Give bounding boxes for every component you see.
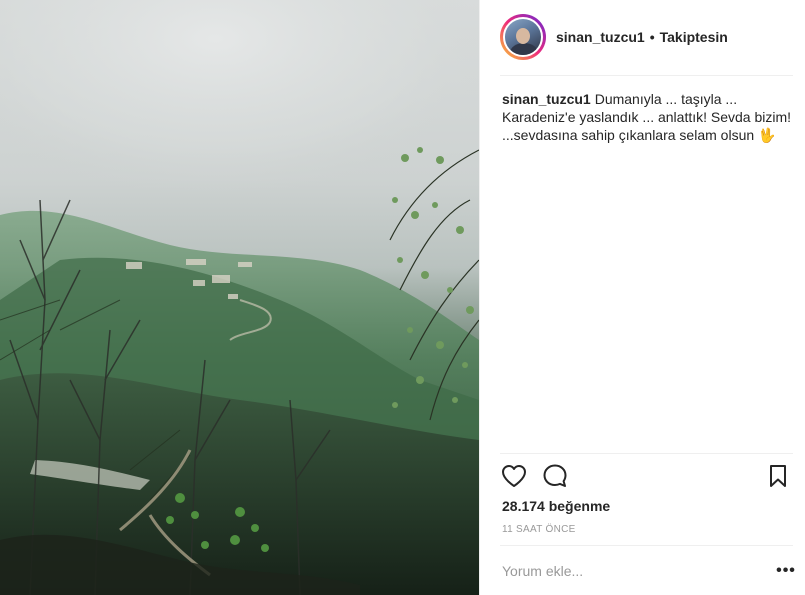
heart-icon[interactable] xyxy=(500,462,528,490)
avatar[interactable] xyxy=(503,17,543,57)
vulcan-salute-emoji: 🖖 xyxy=(758,127,776,143)
caption-line-1: Dumanıyla ... taşıyla ... xyxy=(594,91,738,107)
post-image[interactable] xyxy=(0,0,479,595)
more-options-icon[interactable]: ••• xyxy=(776,561,796,581)
follow-status-button[interactable]: Takiptesin xyxy=(660,29,728,45)
misty-forest-photo xyxy=(0,0,479,595)
comment-icon[interactable] xyxy=(541,462,569,490)
comment-divider xyxy=(500,545,793,546)
header-divider xyxy=(500,75,793,76)
story-ring[interactable] xyxy=(500,14,546,60)
post-timestamp[interactable]: 11 SAAT ÖNCE xyxy=(502,524,576,535)
username-link[interactable]: sinan_tuzcu1 xyxy=(556,29,645,45)
caption-line-2: Karadeniz'e yaslandık ... anlattık! Sevd… xyxy=(502,109,792,125)
post-panel: sinan_tuzcu1 • Takiptesin sinan_tuzcu1 Du… xyxy=(479,0,805,595)
caption-line-3: ...sevdasına sahip çıkanlara selam olsun xyxy=(502,127,755,143)
post-caption: sinan_tuzcu1 Dumanıyla ... taşıyla ... Ka… xyxy=(502,90,792,144)
bookmark-icon[interactable] xyxy=(764,462,792,490)
separator-dot: • xyxy=(649,29,655,45)
actions-divider xyxy=(500,453,793,454)
caption-username-link[interactable]: sinan_tuzcu1 xyxy=(502,91,591,107)
action-bar xyxy=(500,462,790,492)
comment-input[interactable] xyxy=(500,563,754,579)
post-header: sinan_tuzcu1 • Takiptesin xyxy=(500,12,790,62)
header-text: sinan_tuzcu1 • Takiptesin xyxy=(556,29,728,45)
comment-form: ••• xyxy=(500,555,796,587)
like-count[interactable]: 28.174 beğenme xyxy=(502,498,610,514)
